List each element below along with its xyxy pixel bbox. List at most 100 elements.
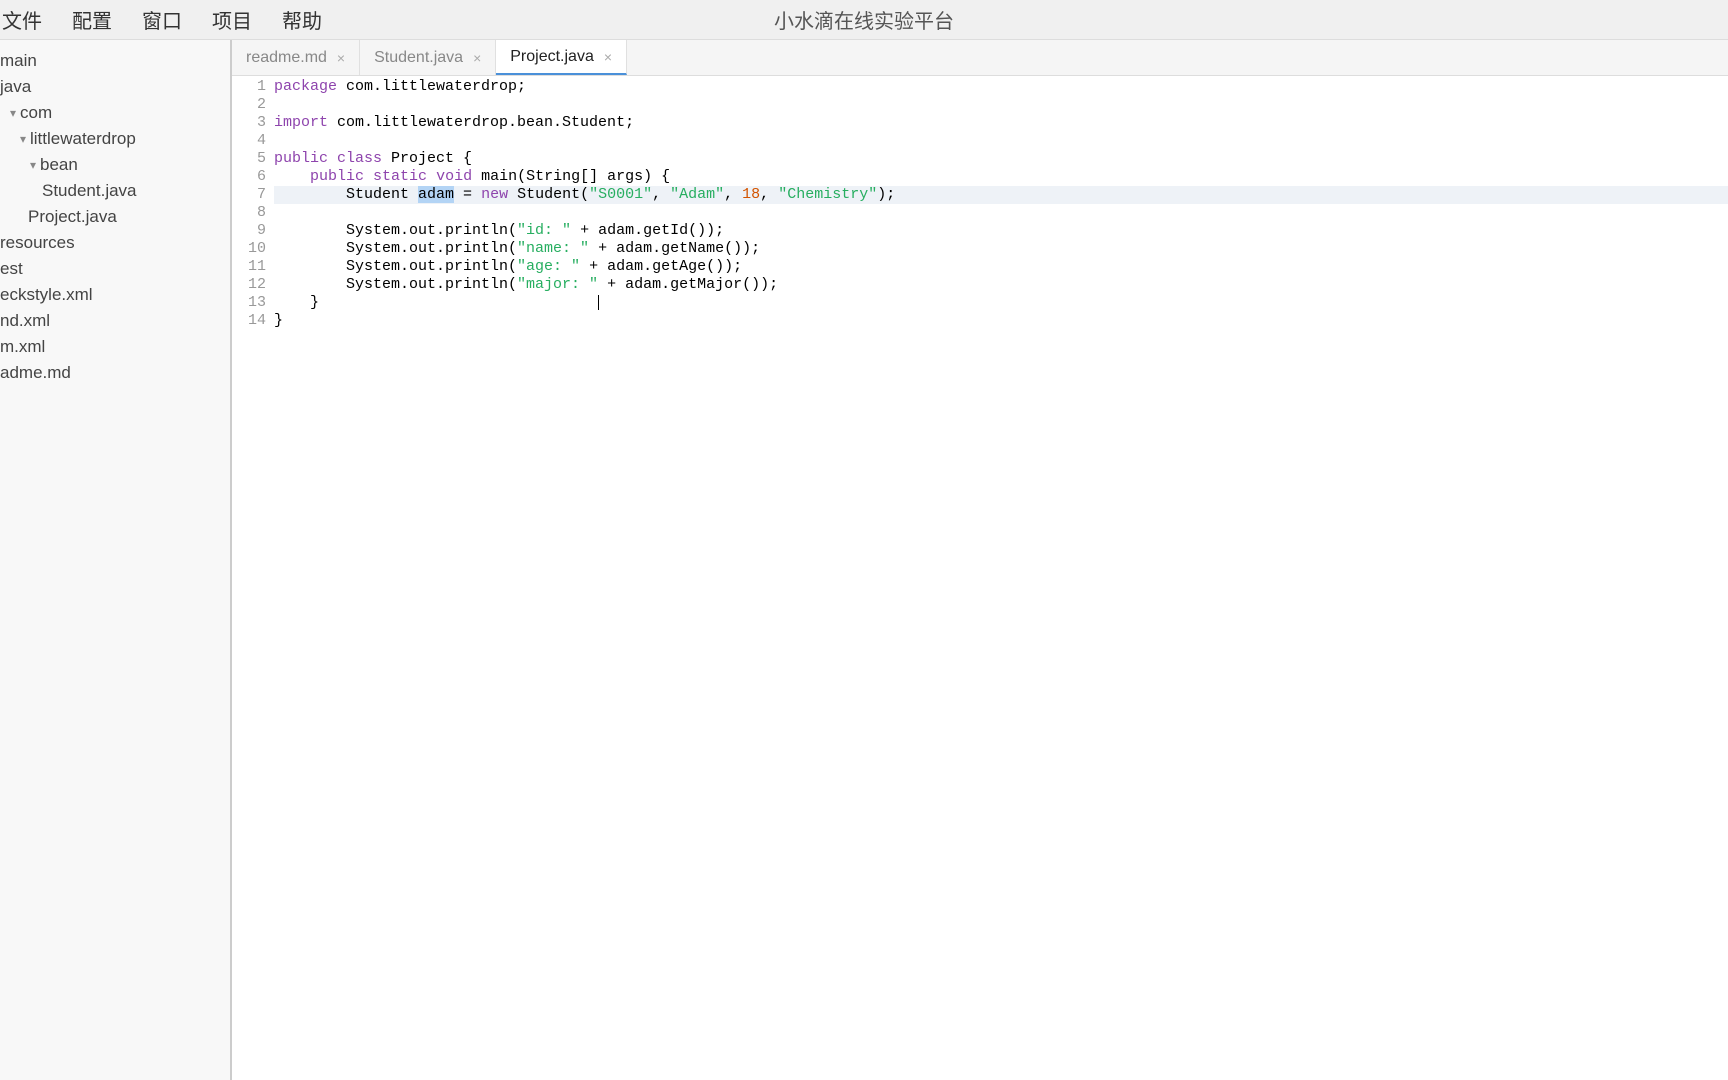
tree-item-littlewaterdrop[interactable]: ▾littlewaterdrop: [0, 126, 230, 152]
editor-pane: readme.md×Student.java×Project.java× 123…: [232, 40, 1728, 1080]
code-token: import: [274, 114, 328, 131]
line-number: 12: [232, 276, 266, 294]
code-token: "id: ": [517, 222, 571, 239]
code-token: "Adam": [670, 186, 724, 203]
code-token: Student: [274, 186, 418, 203]
code-line[interactable]: System.out.println("id: " + adam.getId()…: [274, 222, 1728, 240]
tab-label: Project.java: [510, 48, 594, 66]
menu-item-4[interactable]: 帮助: [282, 5, 322, 34]
code-token: =: [454, 186, 481, 203]
tree-item-nd-xml[interactable]: nd.xml: [0, 308, 230, 334]
file-tree-sidebar: mainjava▾com▾littlewaterdrop▾beanStudent…: [0, 40, 232, 1080]
tree-item-adme-md[interactable]: adme.md: [0, 360, 230, 386]
code-token: System.out.println(: [274, 240, 517, 257]
tree-item-Student-java[interactable]: Student.java: [0, 178, 230, 204]
code-token: public: [310, 168, 364, 185]
line-number: 2: [232, 96, 266, 114]
tree-item-label: Project.java: [28, 207, 117, 227]
code-token: "Chemistry": [778, 186, 877, 203]
code-token: adam: [418, 186, 454, 203]
tree-item-est[interactable]: est: [0, 256, 230, 282]
menu-item-3[interactable]: 项目: [212, 5, 252, 34]
code-line[interactable]: package com.littlewaterdrop;: [274, 78, 1728, 96]
tree-item-com[interactable]: ▾com: [0, 100, 230, 126]
code-token: }: [274, 294, 319, 311]
code-token: "S0001": [589, 186, 652, 203]
tree-item-label: java: [0, 77, 31, 97]
code-line[interactable]: public static void main(String[] args) {: [274, 168, 1728, 186]
code-area[interactable]: 1234567891011121314 package com.littlewa…: [232, 76, 1728, 1080]
code-token: System.out.println(: [274, 258, 517, 275]
line-number: 11: [232, 258, 266, 276]
tree-item-label: eckstyle.xml: [0, 285, 93, 305]
code-token: main(String[] args) {: [472, 168, 670, 185]
tree-item-Project-java[interactable]: Project.java: [0, 204, 230, 230]
caret-icon: ▾: [18, 132, 28, 146]
menubar: 文件 配置 窗口 项目 帮助 小水滴在线实验平台: [0, 0, 1728, 40]
menu-item-0[interactable]: 文件: [2, 5, 42, 34]
code-line[interactable]: [274, 132, 1728, 150]
app-title: 小水滴在线实验平台: [774, 5, 954, 34]
tab-readme-md[interactable]: readme.md×: [232, 40, 360, 75]
close-icon[interactable]: ×: [473, 50, 481, 66]
tree-item-label: Student.java: [42, 181, 137, 201]
menu-item-2[interactable]: 窗口: [142, 5, 182, 34]
code-token: 18: [742, 186, 760, 203]
tab-Project-java[interactable]: Project.java ×: [496, 40, 627, 75]
line-number-gutter: 1234567891011121314: [232, 76, 274, 1080]
code-line[interactable]: }: [274, 312, 1728, 330]
tree-item-eckstyle-xml[interactable]: eckstyle.xml: [0, 282, 230, 308]
code-token: Project {: [382, 150, 472, 167]
code-line[interactable]: System.out.println("age: " + adam.getAge…: [274, 258, 1728, 276]
tree-item-label: com: [20, 103, 52, 123]
tree-item-label: bean: [40, 155, 78, 175]
line-number: 6: [232, 168, 266, 186]
tree-item-bean[interactable]: ▾bean: [0, 152, 230, 178]
code-token: com.littlewaterdrop;: [337, 78, 526, 95]
main-area: mainjava▾com▾littlewaterdrop▾beanStudent…: [0, 40, 1728, 1080]
line-number: 3: [232, 114, 266, 132]
line-number: 7: [232, 186, 266, 204]
line-number: 1: [232, 78, 266, 96]
code-token: System.out.println(: [274, 276, 517, 293]
code-line[interactable]: [274, 204, 1728, 222]
caret-icon: ▾: [8, 106, 18, 120]
code-token: ,: [760, 186, 778, 203]
tree-item-java[interactable]: java: [0, 74, 230, 100]
code-line[interactable]: System.out.println("name: " + adam.getNa…: [274, 240, 1728, 258]
tree-item-resources[interactable]: resources: [0, 230, 230, 256]
tree-item-main[interactable]: main: [0, 48, 230, 74]
code-line[interactable]: System.out.println("major: " + adam.getM…: [274, 276, 1728, 294]
close-icon[interactable]: ×: [604, 49, 612, 65]
code-token: [319, 294, 598, 311]
tab-Student-java[interactable]: Student.java ×: [360, 40, 496, 75]
code-content[interactable]: package com.littlewaterdrop; import com.l…: [274, 76, 1728, 1080]
code-token: [274, 168, 310, 185]
code-line[interactable]: Student adam = new Student("S0001", "Ada…: [274, 186, 1728, 204]
code-token: [328, 150, 337, 167]
close-icon[interactable]: ×: [337, 50, 345, 66]
code-token: static: [373, 168, 427, 185]
code-line[interactable]: import com.littlewaterdrop.bean.Student;: [274, 114, 1728, 132]
code-token: [427, 168, 436, 185]
tree-item-label: m.xml: [0, 337, 45, 357]
code-token: ,: [652, 186, 670, 203]
tree-item-label: nd.xml: [0, 311, 50, 331]
code-line[interactable]: [274, 96, 1728, 114]
code-token: "major: ": [517, 276, 598, 293]
tab-label: Student.java: [374, 49, 463, 67]
code-line[interactable]: public class Project {: [274, 150, 1728, 168]
code-token: "name: ": [517, 240, 589, 257]
tree-item-label: est: [0, 259, 23, 279]
menu-item-1[interactable]: 配置: [72, 5, 112, 34]
tree-item-m-xml[interactable]: m.xml: [0, 334, 230, 360]
code-token: package: [274, 78, 337, 95]
code-token: ,: [724, 186, 742, 203]
code-token: public: [274, 150, 328, 167]
code-line[interactable]: }: [274, 294, 1728, 312]
code-token: + adam.getMajor());: [598, 276, 778, 293]
line-number: 10: [232, 240, 266, 258]
line-number: 9: [232, 222, 266, 240]
text-cursor: [598, 295, 599, 310]
tree-item-label: resources: [0, 233, 75, 253]
